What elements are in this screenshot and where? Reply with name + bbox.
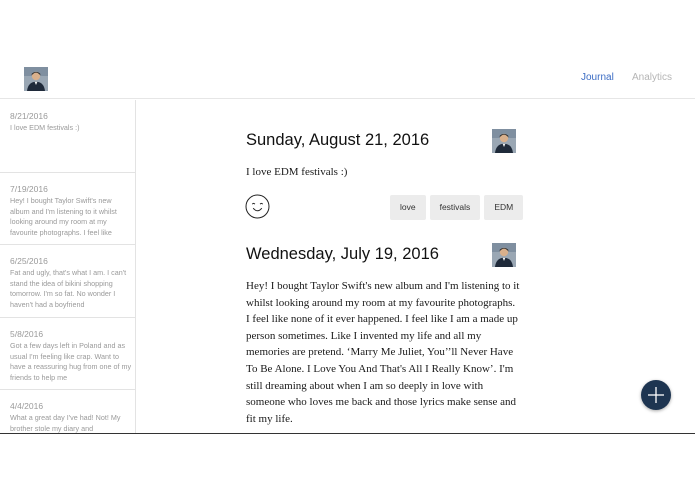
entry-preview: I love EDM festivals :) <box>10 123 80 132</box>
nav-analytics[interactable]: Analytics <box>632 72 672 83</box>
avatar-image <box>492 243 516 267</box>
list-item[interactable]: 6/25/2016 Fat and ugly, that's what I am… <box>0 245 135 318</box>
header: Journal Analytics <box>0 0 695 99</box>
post-title: Sunday, August 21, 2016 <box>246 131 430 149</box>
add-entry-button[interactable] <box>641 380 671 410</box>
avatar-image <box>492 129 516 153</box>
nav-journal[interactable]: Journal <box>581 72 614 83</box>
entry-date: 6/25/2016 <box>10 256 48 266</box>
entry-date: 4/4/2016 <box>10 401 44 411</box>
entry-preview: Fat and ugly, that's what I am. I can't … <box>10 268 127 309</box>
profile-avatar[interactable] <box>24 67 48 91</box>
plus-icon <box>648 387 664 403</box>
journal-app: Journal Analytics 8/21/2016 I love EDM f… <box>0 0 695 434</box>
smiley-face-icon <box>245 194 270 219</box>
entries-sidebar[interactable]: 8/21/2016 I love EDM festivals :) 7/19/2… <box>0 100 136 433</box>
entry-preview: Got a few days left in Poland and as usu… <box>10 341 132 382</box>
tag-list: love festivals EDM <box>390 195 524 220</box>
tag-chip[interactable]: love <box>390 195 426 220</box>
tag-chip[interactable]: EDM <box>484 195 524 220</box>
list-item[interactable]: 8/21/2016 I love EDM festivals :) <box>0 100 135 173</box>
post-body: Hey! I bought Taylor Swift's new album a… <box>246 280 520 425</box>
list-item[interactable]: 4/4/2016 What a great day I've had! Not!… <box>0 390 135 433</box>
list-item[interactable]: 5/8/2016 Got a few days left in Poland a… <box>0 318 135 390</box>
list-item[interactable]: 7/19/2016 Hey! I bought Taylor Swift's n… <box>0 173 135 245</box>
tag-chip[interactable]: festivals <box>429 195 481 220</box>
entry-preview: What a great day I've had! Not! My broth… <box>10 413 121 433</box>
entry-date: 5/8/2016 <box>10 329 44 339</box>
post-avatar <box>492 129 516 153</box>
entry-preview: Hey! I bought Taylor Swift's new album a… <box>10 196 117 237</box>
entry-date: 8/21/2016 <box>10 111 48 121</box>
avatar-image <box>24 67 48 91</box>
post-body: I love EDM festivals :) <box>246 166 348 178</box>
post-avatar <box>492 243 516 267</box>
post-title: Wednesday, July 19, 2016 <box>246 245 439 263</box>
entry-date: 7/19/2016 <box>10 184 48 194</box>
journal-main[interactable]: Sunday, August 21, 2016 I love EDM festi… <box>137 100 695 433</box>
